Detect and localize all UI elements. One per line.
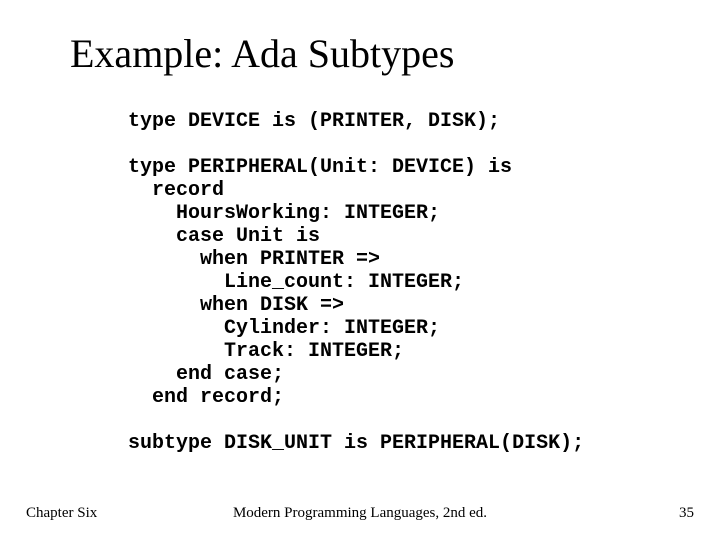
slide: Example: Ada Subtypes type DEVICE is (PR… — [0, 0, 720, 540]
code-block: type DEVICE is (PRINTER, DISK); type PER… — [128, 110, 584, 455]
footer-page-number: 35 — [679, 505, 694, 522]
footer-book-title: Modern Programming Languages, 2nd ed. — [0, 505, 720, 522]
slide-title: Example: Ada Subtypes — [70, 30, 454, 77]
